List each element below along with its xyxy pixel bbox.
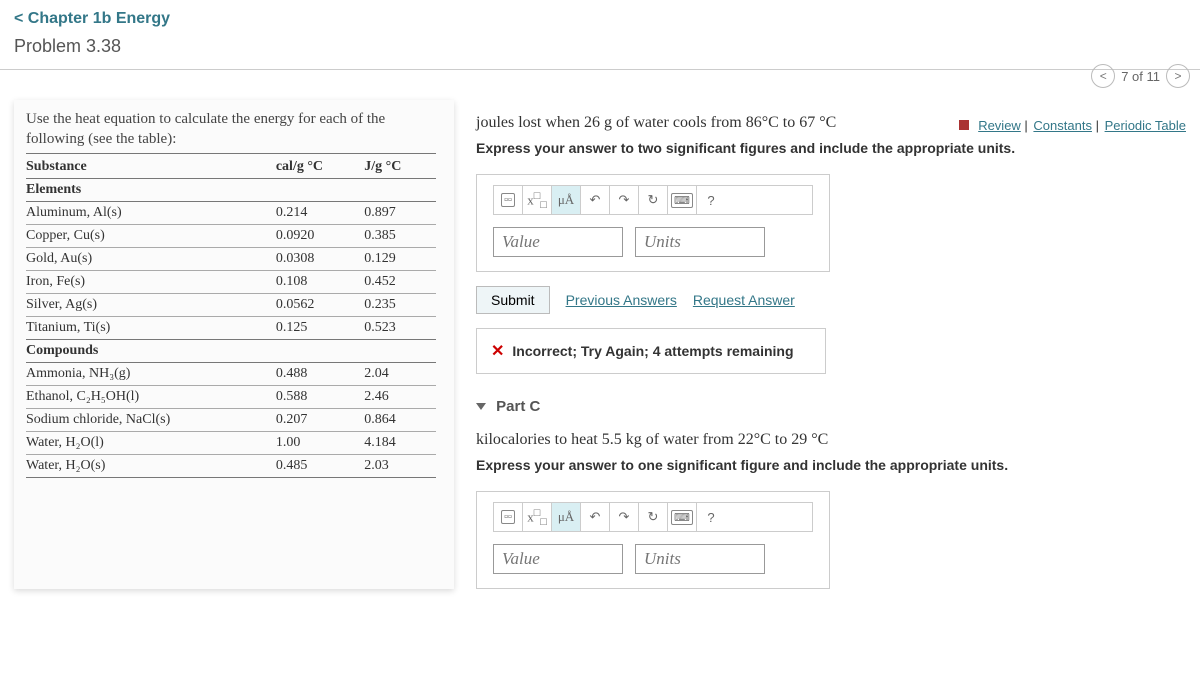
flag-icon <box>959 120 969 130</box>
units-input[interactable] <box>635 227 765 257</box>
reset-button[interactable]: ↻ <box>639 503 668 531</box>
col-substance: Substance <box>26 156 276 179</box>
chevron-left-icon: < <box>14 10 23 27</box>
table-row: Aluminum, Al(s)0.2140.897 <box>26 202 436 225</box>
keyboard-button[interactable]: ⌨ <box>668 186 697 214</box>
keyboard-icon: ⌨ <box>671 193 693 208</box>
help-button[interactable]: ? <box>697 186 725 214</box>
incorrect-icon: ✕ <box>491 341 504 361</box>
previous-answers-link[interactable]: Previous Answers <box>566 292 677 308</box>
section-compounds: Compounds <box>26 340 436 363</box>
periodic-table-link[interactable]: Periodic Table <box>1105 118 1186 133</box>
template-button[interactable]: ▫▫ <box>494 503 523 531</box>
special-chars-button[interactable]: μÅ <box>552 186 581 214</box>
part-c-answer-box: ▫▫ x□□ μÅ ↶ ↷ ↻ ⌨ ? <box>476 491 830 589</box>
review-links: Review | Constants | Periodic Table <box>959 118 1186 133</box>
redo-icon: ↷ <box>619 509 630 525</box>
pager-text: 7 of 11 <box>1121 69 1160 84</box>
value-input[interactable] <box>493 227 623 257</box>
part-c-header[interactable]: Part C <box>476 398 1186 415</box>
special-chars-button[interactable]: μÅ <box>552 503 581 531</box>
redo-button[interactable]: ↷ <box>610 503 639 531</box>
keyboard-icon: ⌨ <box>671 510 693 525</box>
feedback-box: ✕ Incorrect; Try Again; 4 attempts remai… <box>476 328 826 374</box>
table-row: Silver, Ag(s)0.05620.235 <box>26 294 436 317</box>
feedback-text: Incorrect; Try Again; 4 attempts remaini… <box>512 343 793 359</box>
reset-button[interactable]: ↻ <box>639 186 668 214</box>
table-row: Gold, Au(s)0.03080.129 <box>26 248 436 271</box>
table-row: Titanium, Ti(s)0.1250.523 <box>26 317 436 340</box>
part-b-answer-box: ▫▫ x□□ μÅ ↶ ↷ ↻ ⌨ ? <box>476 174 830 272</box>
submit-button[interactable]: Submit <box>476 286 550 314</box>
part-b-instruction: Express your answer to two significant f… <box>476 140 1186 156</box>
exponent-button[interactable]: x□□ <box>523 503 552 531</box>
caret-down-icon <box>476 403 486 410</box>
undo-icon: ↶ <box>590 192 601 208</box>
undo-button[interactable]: ↶ <box>581 186 610 214</box>
help-button[interactable]: ? <box>697 503 725 531</box>
table-row: Sodium chloride, NaCl(s)0.2070.864 <box>26 409 436 432</box>
table-row: Iron, Fe(s)0.1080.452 <box>26 271 436 294</box>
undo-icon: ↶ <box>590 509 601 525</box>
section-elements: Elements <box>26 179 436 202</box>
undo-button[interactable]: ↶ <box>581 503 610 531</box>
problem-title: Problem 3.38 <box>14 36 1186 57</box>
template-icon: ▫▫ <box>501 510 515 524</box>
template-icon: ▫▫ <box>501 193 515 207</box>
constants-link[interactable]: Constants <box>1033 118 1092 133</box>
request-answer-link[interactable]: Request Answer <box>693 292 795 308</box>
redo-button[interactable]: ↷ <box>610 186 639 214</box>
next-problem-button[interactable]: > <box>1166 64 1190 88</box>
problem-instructions: Use the heat equation to calculate the e… <box>26 110 436 154</box>
problem-statement-panel: Use the heat equation to calculate the e… <box>14 100 454 589</box>
table-row: Ammonia, NH₃(g)0.4882.04 <box>26 363 436 386</box>
table-row: Water, H₂O(l)1.004.184 <box>26 432 436 455</box>
table-row: Copper, Cu(s)0.09200.385 <box>26 225 436 248</box>
table-row: Water, H₂O(s)0.4852.03 <box>26 455 436 478</box>
prev-problem-button[interactable]: < <box>1091 64 1115 88</box>
units-input[interactable] <box>635 544 765 574</box>
reset-icon: ↻ <box>648 509 659 525</box>
keyboard-button[interactable]: ⌨ <box>668 503 697 531</box>
table-row: Ethanol, C₂H₅OH(l)0.5882.46 <box>26 386 436 409</box>
exponent-button[interactable]: x□□ <box>523 186 552 214</box>
value-input[interactable] <box>493 544 623 574</box>
redo-icon: ↷ <box>619 192 630 208</box>
specific-heat-table: Substance cal/g °C J/g °C Elements Alumi… <box>26 156 436 478</box>
part-c-label: Part C <box>496 398 540 415</box>
chapter-back-link[interactable]: < Chapter 1b Energy <box>14 10 1186 28</box>
template-button[interactable]: ▫▫ <box>494 186 523 214</box>
part-c-instruction: Express your answer to one significant f… <box>476 457 1186 473</box>
part-c-question: kilocalories to heat 5.5 kg of water fro… <box>476 431 1186 449</box>
x-sup-sub-icon: x□□ <box>525 190 549 211</box>
chapter-link-text: Chapter 1b Energy <box>28 10 170 27</box>
x-sup-sub-icon: x□□ <box>525 507 549 528</box>
answer-toolbar: ▫▫ x□□ μÅ ↶ ↷ ↻ ⌨ ? <box>493 502 813 532</box>
reset-icon: ↻ <box>648 192 659 208</box>
review-link[interactable]: Review <box>978 118 1021 133</box>
answer-toolbar: ▫▫ x□□ μÅ ↶ ↷ ↻ ⌨ ? <box>493 185 813 215</box>
col-j: J/g °C <box>364 156 436 179</box>
col-cal: cal/g °C <box>276 156 364 179</box>
